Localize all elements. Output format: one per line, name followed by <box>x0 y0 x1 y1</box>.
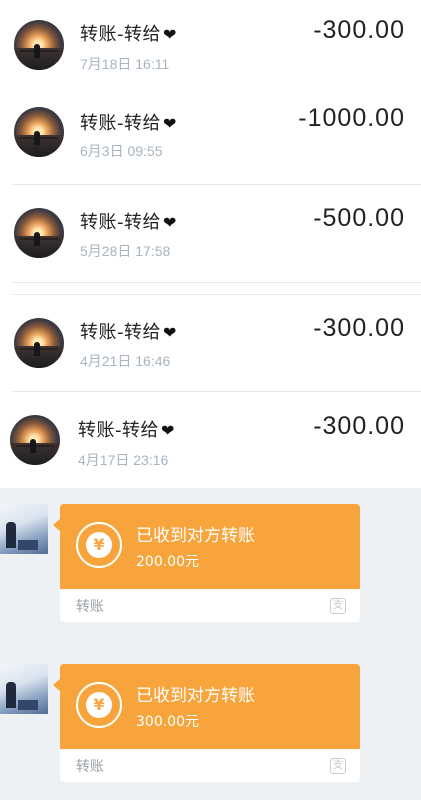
transfer-message[interactable]: ¥ 已收到对方转账 200.00元 转账 支 <box>53 504 360 622</box>
heart-icon: ❤ <box>163 25 177 44</box>
divider <box>12 282 421 283</box>
transfer-headline: 已收到对方转账 <box>136 686 255 706</box>
transfer-amount: 200.00元 <box>136 554 199 570</box>
avatar <box>14 318 64 368</box>
chat-area: ¥ 已收到对方转账 200.00元 转账 支 ¥ 已收到对方转账 300.00元… <box>0 488 421 800</box>
transaction-date: 7月18日 16:11 <box>80 56 170 72</box>
avatar <box>14 208 64 258</box>
transaction-amount: -300.00 <box>313 16 405 44</box>
payment-logo-icon: 支 <box>330 758 346 774</box>
avatar <box>10 415 60 465</box>
transaction-title: 转账-转给 <box>80 212 161 233</box>
heart-icon: ❤ <box>163 114 177 133</box>
transaction-date: 4月17日 23:16 <box>78 452 169 468</box>
sender-avatar[interactable] <box>0 664 48 714</box>
transaction-row[interactable]: 转账-转给 ❤ 7月18日 16:11 -300.00 <box>0 0 421 95</box>
yuan-transfer-icon: ¥ <box>76 522 122 568</box>
transaction-row[interactable]: 转账-转给 ❤ 4月21日 16:46 -300.00 <box>0 295 421 390</box>
avatar <box>14 107 64 157</box>
transfer-label: 转账 <box>76 759 104 775</box>
yuan-transfer-icon: ¥ <box>76 682 122 728</box>
transfer-message[interactable]: ¥ 已收到对方转账 300.00元 转账 支 <box>53 664 360 782</box>
transaction-title: 转账-转给 <box>78 420 159 441</box>
transaction-date: 4月21日 16:46 <box>80 353 171 369</box>
transaction-title: 转账-转给 <box>80 113 161 134</box>
avatar <box>14 20 64 70</box>
transaction-amount: -300.00 <box>313 412 405 440</box>
transfer-amount: 300.00元 <box>136 714 199 730</box>
payment-logo-icon: 支 <box>330 598 346 614</box>
heart-icon: ❤ <box>163 213 177 232</box>
transaction-date: 6月3日 09:55 <box>80 143 163 159</box>
transaction-row[interactable]: 转账-转给 ❤ 6月3日 09:55 -1000.00 <box>0 95 421 190</box>
sender-avatar[interactable] <box>0 504 48 554</box>
transaction-row[interactable]: 转账-转给 ❤ 5月28日 17:58 -500.00 <box>0 185 421 280</box>
transaction-amount: -500.00 <box>313 204 405 232</box>
transaction-amount: -300.00 <box>313 314 405 342</box>
transaction-row[interactable]: 转账-转给 ❤ 4月17日 23:16 -300.00 <box>0 392 421 487</box>
transfer-label: 转账 <box>76 599 104 615</box>
transaction-title: 转账-转给 <box>80 24 161 45</box>
transfer-headline: 已收到对方转账 <box>136 526 255 546</box>
heart-icon: ❤ <box>161 421 175 440</box>
transaction-date: 5月28日 17:58 <box>80 243 171 259</box>
heart-icon: ❤ <box>163 323 177 342</box>
transaction-title: 转账-转给 <box>80 322 161 343</box>
transaction-list: 转账-转给 ❤ 7月18日 16:11 -300.00 转账-转给 ❤ 6月3日 0… <box>0 0 421 488</box>
transaction-amount: -1000.00 <box>298 104 405 132</box>
